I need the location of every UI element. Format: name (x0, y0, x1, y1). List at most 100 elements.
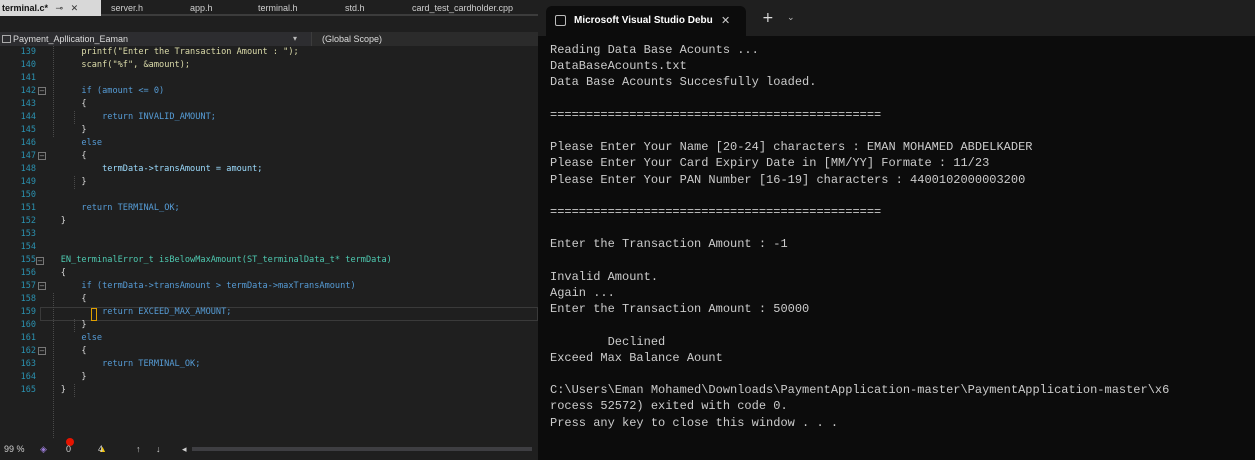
code-line[interactable]: } (40, 371, 538, 384)
horizontal-scrollbar[interactable] (192, 447, 532, 451)
code-line[interactable]: printf("Enter the Transaction Amount : "… (40, 46, 538, 59)
tab-terminal-h[interactable]: terminal.h (258, 0, 298, 16)
code-text: return EXCEED_MAX_AMOUNT; (102, 307, 232, 317)
terminal-icon (555, 15, 566, 26)
terminal-line: DataBaseAcounts.txt (550, 59, 687, 74)
code-line[interactable]: } (40, 319, 538, 332)
tab-card-test-cardholder-cpp[interactable]: card_test_cardholder.cpp (412, 0, 513, 16)
code-line[interactable] (40, 228, 538, 241)
code-line[interactable]: return TERMINAL_OK; (40, 202, 538, 215)
terminal-tab[interactable]: Microsoft Visual Studio Debu ✕ (546, 6, 746, 36)
code-editor-pane[interactable]: terminal.c* ⊸ ✕ server.h app.h terminal.… (0, 0, 538, 460)
chevron-down-icon[interactable]: ⌄ (787, 0, 795, 36)
warning-count-value: 4 (98, 444, 104, 454)
pin-icon[interactable]: ⊸ (56, 3, 64, 13)
code-line[interactable]: { (40, 293, 538, 306)
tab-server-h[interactable]: server.h (111, 0, 143, 16)
code-line[interactable]: return INVALID_AMOUNT; (40, 111, 538, 124)
code-text: else (81, 333, 103, 343)
line-number: 147 (20, 151, 36, 161)
arrow-up-icon[interactable]: ↑ (136, 438, 141, 460)
line-number: 160 (20, 320, 36, 330)
code-line[interactable]: scanf("%f", &amount); (40, 59, 538, 72)
line-number: 145 (20, 125, 36, 135)
code-area[interactable]: − − − − − printf("Enter the Transaction … (36, 46, 538, 438)
line-number: 158 (20, 294, 36, 304)
line-number: 156 (20, 268, 36, 278)
code-line[interactable]: termData->transAmount = amount; (40, 163, 538, 176)
line-number: 161 (20, 333, 36, 343)
code-line[interactable]: else (40, 332, 538, 345)
tab-label: card_test_cardholder.cpp (412, 3, 514, 13)
code-line[interactable] (40, 72, 538, 85)
zoom-level[interactable]: 99 % (4, 438, 25, 460)
line-number: 153 (20, 229, 36, 239)
code-line[interactable]: if (termData->transAmount > termData->ma… (40, 280, 538, 293)
terminal-line: rocess 52572) exited with code 0. (550, 399, 788, 414)
terminal-tab-title: Microsoft Visual Studio Debu (574, 15, 713, 26)
code-line[interactable]: EN_terminalError_t isBelowMaxAmount(ST_t… (40, 254, 538, 267)
code-text: } (60, 385, 66, 395)
line-number: 143 (20, 99, 36, 109)
terminal-line: Invalid Amount. (550, 269, 659, 284)
tab-terminal-c[interactable]: terminal.c* ⊸ ✕ (0, 0, 101, 16)
intellisense-icon[interactable]: ◈ (40, 438, 47, 460)
code-line[interactable]: if (amount <= 0) (40, 85, 538, 98)
code-line[interactable]: } (40, 215, 538, 228)
tab-label: app.h (190, 3, 213, 13)
line-number: 159 (20, 307, 36, 317)
new-tab-button[interactable]: + (762, 0, 774, 36)
code-line[interactable]: } (40, 384, 538, 397)
code-line[interactable]: { (40, 267, 538, 280)
project-dropdown[interactable]: Payment_Apllication_Eaman ▾ (0, 32, 312, 46)
code-text: if (amount <= 0) (81, 86, 165, 96)
tab-std-h[interactable]: std.h (345, 0, 365, 16)
line-number: 141 (20, 73, 36, 83)
line-number: 162 (20, 346, 36, 356)
code-line[interactable]: } (40, 176, 538, 189)
code-text: return TERMINAL_OK; (81, 203, 180, 213)
code-text: } (60, 216, 66, 226)
terminal-line: Enter the Transaction Amount : 50000 (550, 302, 810, 317)
code-line[interactable]: return EXCEED_MAX_AMOUNT; (40, 306, 538, 319)
code-text: scanf("%f", &amount); (81, 60, 191, 70)
code-line[interactable] (40, 241, 538, 254)
line-number: 165 (20, 385, 36, 395)
scroll-left-icon[interactable]: ◂ (182, 438, 187, 460)
line-number: 164 (20, 372, 36, 382)
code-text: { (81, 151, 87, 161)
line-number: 140 (20, 60, 36, 70)
code-line[interactable]: else (40, 137, 538, 150)
close-icon[interactable]: ✕ (721, 6, 730, 36)
code-text: termData->transAmount = amount; (102, 164, 263, 174)
code-line[interactable] (40, 189, 538, 202)
code-line[interactable]: } (40, 124, 538, 137)
tab-app-h[interactable]: app.h (190, 0, 213, 16)
close-icon[interactable]: ✕ (71, 3, 79, 13)
line-number: 155 (20, 255, 36, 265)
line-number: 148 (20, 164, 36, 174)
chevron-down-icon[interactable]: ▾ (293, 32, 297, 46)
project-icon (2, 35, 11, 43)
code-line[interactable]: return TERMINAL_OK; (40, 358, 538, 371)
code-line[interactable]: { (40, 98, 538, 111)
arrow-down-icon[interactable]: ↓ (156, 438, 161, 460)
terminal-window[interactable]: Microsoft Visual Studio Debu ✕ + ⌄ Readi… (538, 0, 1255, 460)
scope-dropdown[interactable]: (Global Scope) (322, 32, 382, 46)
terminal-output: Reading Data Base Acounts ... DataBaseAco… (550, 42, 1255, 452)
terminal-line: Please Enter Your Name [20-24] character… (550, 140, 1033, 155)
code-line[interactable]: { (40, 150, 538, 163)
code-line[interactable]: { (40, 345, 538, 358)
